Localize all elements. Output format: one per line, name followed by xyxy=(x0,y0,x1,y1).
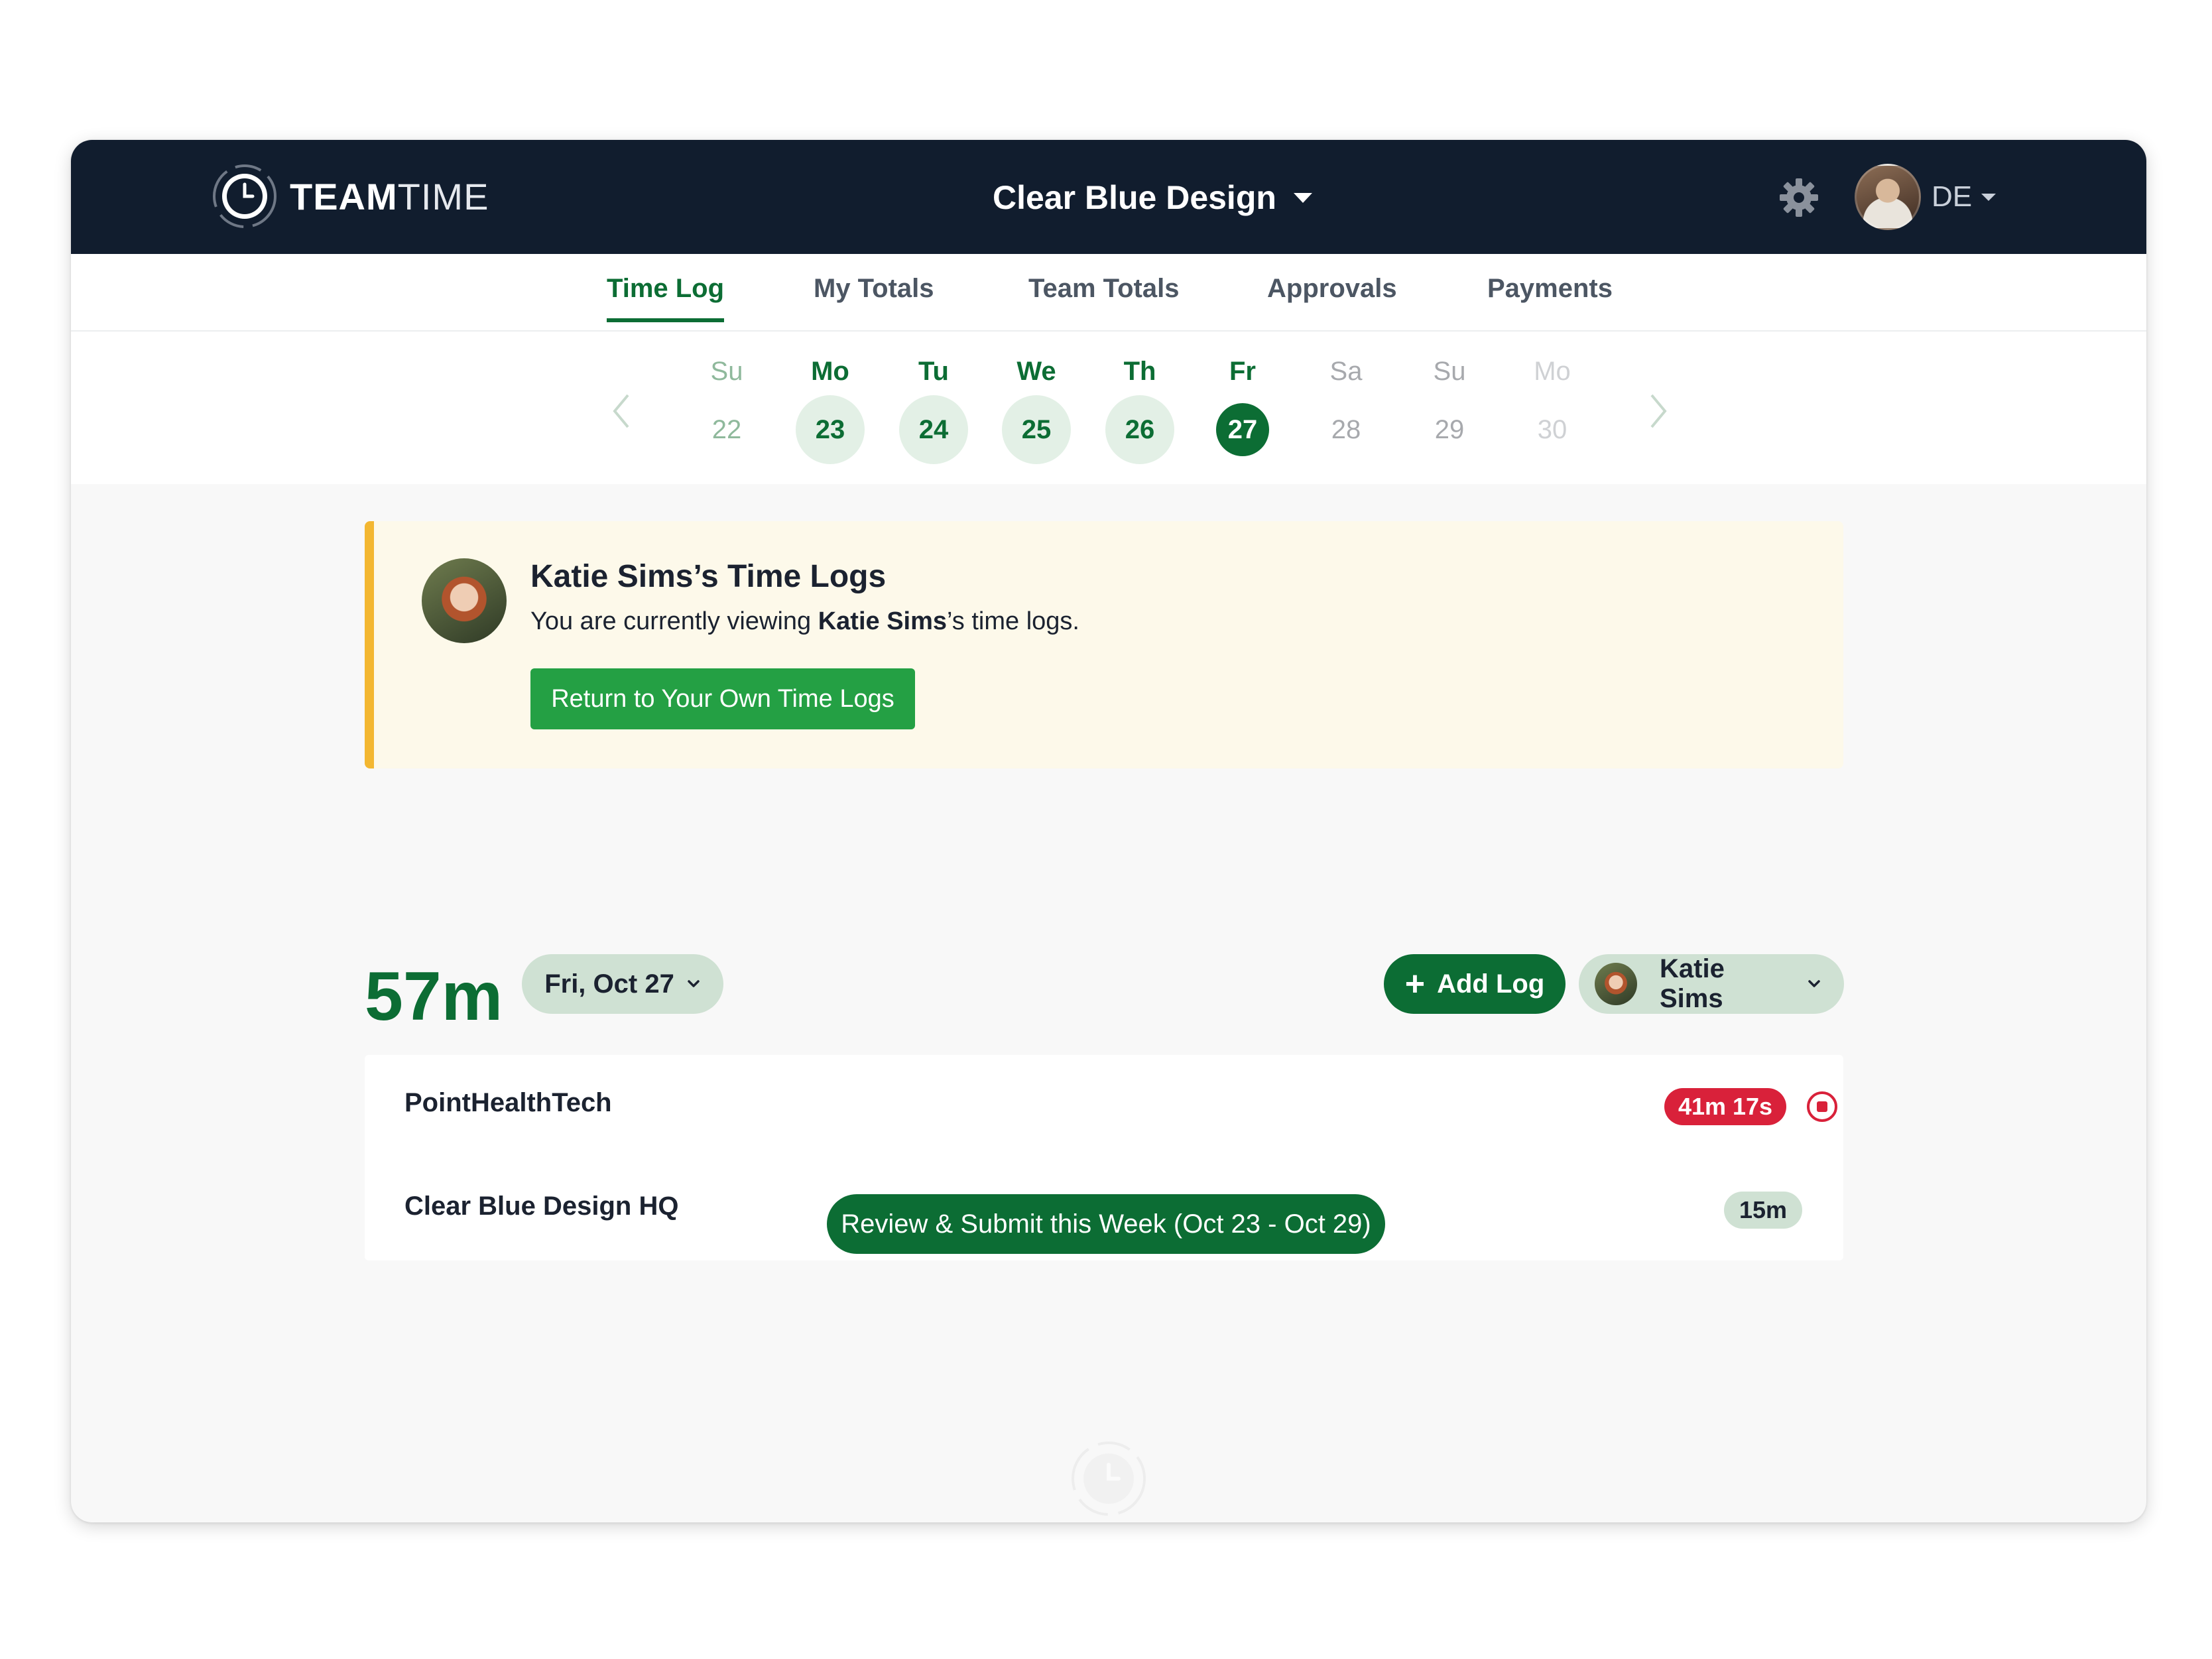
tab-time-log[interactable]: Time Log xyxy=(607,274,725,322)
list-item[interactable]: PointHealthTech 41m 17s xyxy=(365,1055,1843,1158)
organization-name: Clear Blue Design xyxy=(993,179,1276,216)
daily-total: 57m xyxy=(365,958,503,1035)
day-23[interactable]: Mo 23 xyxy=(794,351,867,464)
day-28[interactable]: Sa 28 xyxy=(1310,351,1382,464)
log-project-name: Clear Blue Design HQ xyxy=(404,1192,679,1221)
day-25[interactable]: We 25 xyxy=(1000,351,1073,464)
selected-user-name: Katie Sims xyxy=(1660,954,1725,1013)
add-log-button[interactable]: + Add Log xyxy=(1384,954,1566,1014)
app-window: TEAMTIME Clear Blue Design DE Time Log M… xyxy=(71,140,2146,1522)
avatar xyxy=(422,558,507,643)
logo-wordmark: TEAMTIME xyxy=(290,175,489,217)
day-24[interactable]: Tu 24 xyxy=(897,351,970,464)
add-log-label: Add Log xyxy=(1437,969,1545,999)
caret-down-icon xyxy=(1293,192,1312,203)
viewing-as-banner: Katie Sims’s Time Logs You are currently… xyxy=(365,521,1843,768)
clock-logo-icon xyxy=(1072,1442,1146,1516)
review-submit-week-button[interactable]: Review & Submit this Week (Oct 23 - Oct … xyxy=(827,1194,1385,1254)
date-picker-button[interactable]: Fri, Oct 27 xyxy=(522,954,723,1014)
banner-message: You are currently viewing Katie Sims’s t… xyxy=(530,607,1079,635)
log-project-name: PointHealthTech xyxy=(404,1088,612,1117)
day-26[interactable]: Th 26 xyxy=(1103,351,1176,464)
chevron-right-icon[interactable] xyxy=(1645,391,1672,431)
tab-approvals[interactable]: Approvals xyxy=(1267,274,1397,318)
day-29[interactable]: Su 29 xyxy=(1413,351,1486,464)
user-initials: DE xyxy=(1932,180,1973,213)
tab-team-totals[interactable]: Team Totals xyxy=(1028,274,1179,318)
tab-my-totals[interactable]: My Totals xyxy=(814,274,934,318)
chevron-left-icon[interactable] xyxy=(608,391,635,431)
duration-badge: 15m xyxy=(1724,1192,1802,1229)
banner-title: Katie Sims’s Time Logs xyxy=(530,559,887,594)
gear-icon[interactable] xyxy=(1777,176,1821,219)
caret-down-icon xyxy=(1981,193,1997,201)
main-tabs: Time Log My Totals Team Totals Approvals… xyxy=(71,254,2146,332)
avatar xyxy=(1855,164,1921,230)
plus-icon: + xyxy=(1404,965,1426,1003)
week-selector: Su 22 Mo 23 Tu 24 We 25 Th 26 Fr 27 Sa 2… xyxy=(71,332,2146,484)
user-menu[interactable]: DE xyxy=(1855,161,1997,233)
user-selector[interactable]: Katie Sims xyxy=(1579,954,1844,1014)
chevron-down-icon xyxy=(1808,980,1820,987)
running-timer-badge: 41m 17s xyxy=(1664,1088,1786,1125)
avatar xyxy=(1595,963,1637,1005)
organization-switcher[interactable]: Clear Blue Design xyxy=(993,169,1312,226)
day-22[interactable]: Su 22 xyxy=(690,351,763,464)
stop-icon[interactable] xyxy=(1805,1089,1839,1124)
chevron-down-icon xyxy=(688,980,700,987)
date-label: Fri, Oct 27 xyxy=(544,969,674,999)
clock-logo-icon xyxy=(213,164,276,228)
top-nav-bar: TEAMTIME Clear Blue Design DE xyxy=(71,140,2146,254)
day-27-selected[interactable]: Fr 27 xyxy=(1206,351,1279,456)
app-logo[interactable]: TEAMTIME xyxy=(210,160,489,233)
tab-payments[interactable]: Payments xyxy=(1487,274,1613,318)
return-to-own-logs-button[interactable]: Return to Your Own Time Logs xyxy=(530,668,915,729)
day-30[interactable]: Mo 30 xyxy=(1516,351,1589,464)
